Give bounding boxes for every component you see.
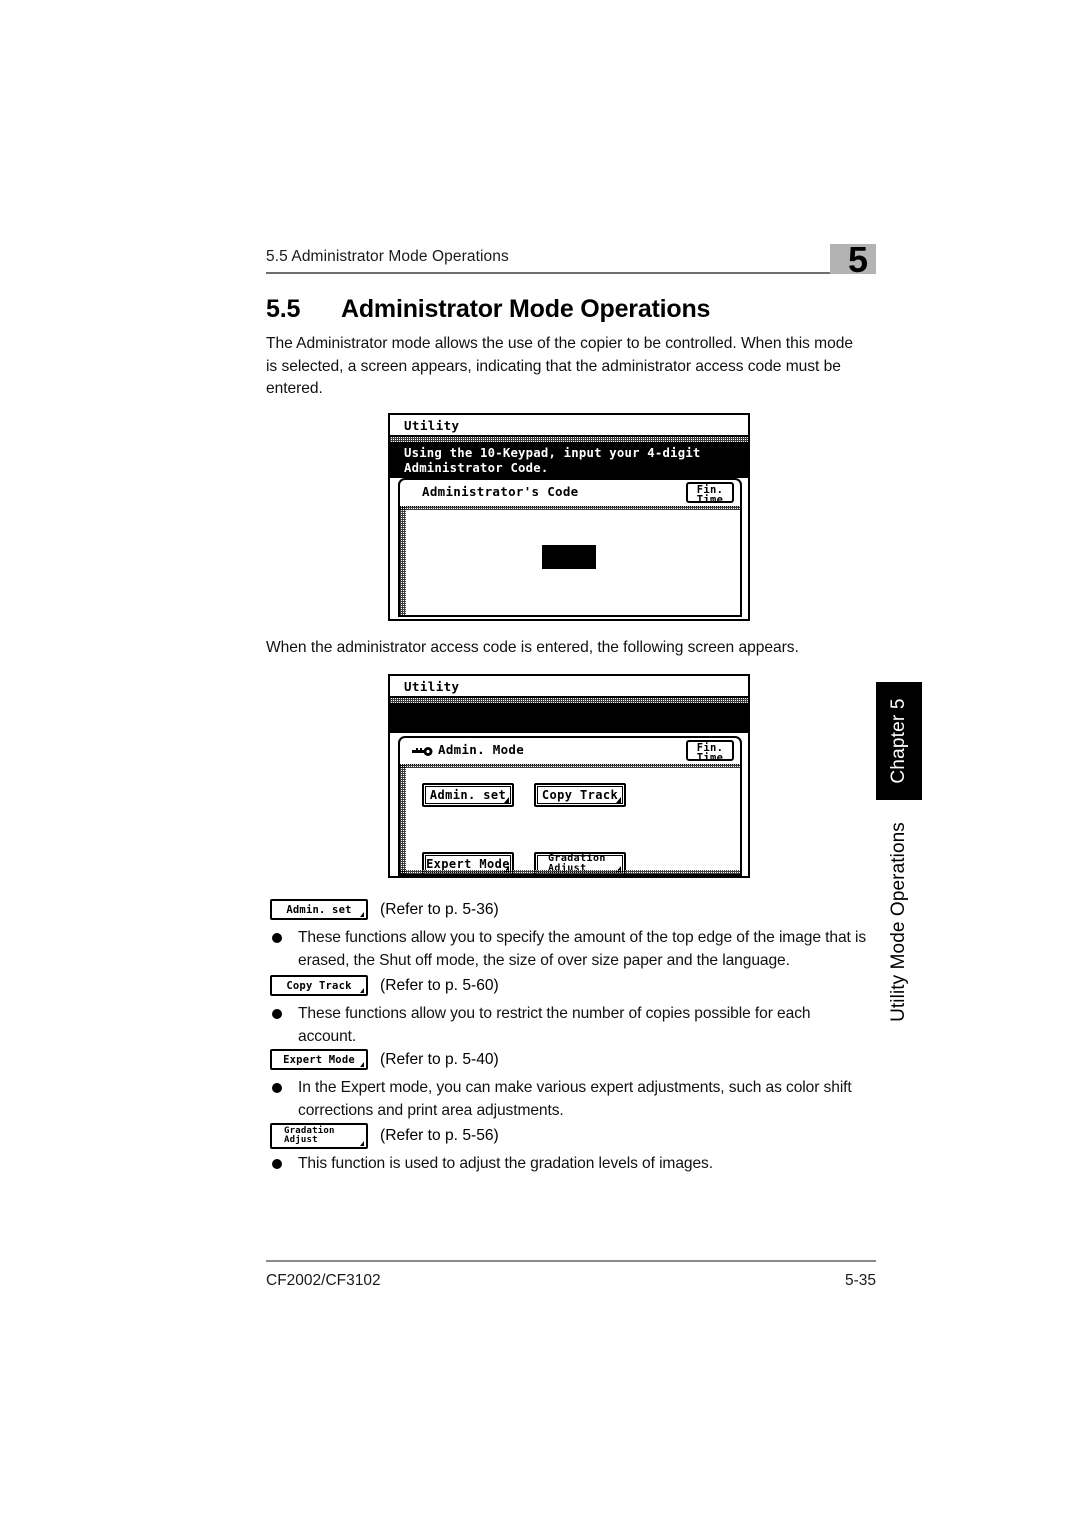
lcd-button-admin-set[interactable]: Admin. set xyxy=(422,783,514,807)
intro-paragraph: The Administrator mode allows the use of… xyxy=(266,335,853,397)
mini-button-label: Gradation Adjust xyxy=(284,1125,335,1145)
lcd-button-label: Expert Mode xyxy=(426,857,510,871)
fin-time-line-2: Time xyxy=(696,752,724,764)
reference-row-expert-mode: Expert Mode (Refer to p. 5-40) xyxy=(270,1049,499,1070)
bullet-text: This function is used to adjust the grad… xyxy=(298,1155,713,1172)
reference-text: (Refer to p. 5-60) xyxy=(380,976,499,994)
chapter-side-tab: Chapter 5 xyxy=(876,682,922,800)
header-divider xyxy=(266,272,876,274)
lcd-inner-panel: Administrator's Code Fin. Time xyxy=(398,478,742,617)
bullet-dot-icon xyxy=(272,933,282,943)
reference-text: (Refer to p. 5-56) xyxy=(380,1127,499,1144)
lcd-button-label: Copy Track xyxy=(541,788,619,802)
mini-button-gradation-adjust[interactable]: Gradation Adjust xyxy=(270,1123,368,1149)
mini-button-copy-track[interactable]: Copy Track xyxy=(270,975,368,996)
fin-time-line-2: Time xyxy=(696,494,724,506)
lcd-inner-dither xyxy=(400,764,740,768)
bullet-dot-icon xyxy=(272,1159,282,1169)
code-entry-field[interactable] xyxy=(542,545,596,569)
reference-text: (Refer to p. 5-40) xyxy=(380,1050,499,1068)
button-corner-icon xyxy=(360,988,364,993)
mini-button-label: Admin. set xyxy=(286,903,352,916)
lcd-inner-left-shade xyxy=(400,506,406,615)
bullet-dot-icon xyxy=(272,1009,282,1019)
section-number: 5.5 xyxy=(266,295,301,323)
lcd-inner-left-shade xyxy=(400,764,406,874)
reference-row-admin-set: Admin. set (Refer to p. 5-36) xyxy=(270,899,499,920)
bullet-admin-set: These functions allow you to specify the… xyxy=(272,927,872,972)
lcd-titlebar: Utility xyxy=(390,415,748,437)
lcd-message-band: Using the 10-Keypad, input your 4-digit … xyxy=(390,442,748,478)
lcd-panel-title: Administrator's Code xyxy=(422,484,579,499)
lcd-screenshot-code-entry: Utility Using the 10-Keypad, input your … xyxy=(388,413,750,621)
lcd-window-title: Utility xyxy=(404,418,460,433)
mini-button-label: Expert Mode xyxy=(283,1053,355,1066)
lcd-button-label: Admin. set xyxy=(429,788,507,802)
second-paragraph: When the administrator access code is en… xyxy=(266,639,799,656)
bullet-text: These functions allow you to restrict th… xyxy=(298,1005,811,1045)
lcd-inner-header: Admin. Mode Fin. Time xyxy=(400,738,740,765)
lcd-titlebar: Utility xyxy=(390,676,748,698)
lcd-inner-panel: Admin. Mode Fin. Time Admin. set Copy Tr… xyxy=(398,736,742,876)
lcd-button-copy-track[interactable]: Copy Track xyxy=(534,783,626,807)
button-corner-icon xyxy=(360,1062,364,1067)
mini-button-admin-set[interactable]: Admin. set xyxy=(270,899,368,920)
bullet-gradation-adjust: This function is used to adjust the grad… xyxy=(272,1153,872,1176)
lcd-panel-title: Admin. Mode xyxy=(438,742,525,757)
key-icon xyxy=(412,747,433,756)
lcd-message-line-1: Using the 10-Keypad, input your 4-digit xyxy=(404,446,701,460)
side-caption-label: Utility Mode Operations xyxy=(888,822,909,1022)
button-corner-icon xyxy=(616,797,621,803)
reference-text: (Refer to p. 5-36) xyxy=(380,900,499,918)
side-caption: Utility Mode Operations xyxy=(876,812,922,1032)
mini-button-label: Copy Track xyxy=(286,979,352,992)
bullet-copy-track: These functions allow you to restrict th… xyxy=(272,1003,872,1048)
button-corner-icon xyxy=(504,797,509,803)
section-title: Administrator Mode Operations xyxy=(341,295,711,323)
lcd-message-line-2: Administrator Code. xyxy=(404,461,549,475)
footer-divider xyxy=(266,1260,876,1262)
bullet-dot-icon xyxy=(272,1083,282,1093)
page-title: 5.5 Administrator Mode Operations xyxy=(266,294,710,324)
reference-row-copy-track: Copy Track (Refer to p. 5-60) xyxy=(270,975,499,996)
button-corner-icon xyxy=(360,1141,364,1146)
lcd-window-title: Utility xyxy=(404,679,460,694)
bullet-text: These functions allow you to specify the… xyxy=(298,929,867,969)
chapter-side-tab-label: Chapter 5 xyxy=(888,698,909,784)
bullet-text: In the Expert mode, you can make various… xyxy=(298,1079,852,1119)
lcd-message-band xyxy=(390,703,748,733)
document-page: 5.5 Administrator Mode Operations 5 5.5 A… xyxy=(0,0,1080,1528)
running-header: 5.5 Administrator Mode Operations xyxy=(266,248,876,266)
lcd-inner-dither xyxy=(400,506,740,510)
footer-page-number: 5-35 xyxy=(844,1272,876,1289)
button-corner-icon xyxy=(360,912,364,917)
lcd-inner-header: Administrator's Code Fin. Time xyxy=(400,480,740,507)
running-header-text: 5.5 Administrator Mode Operations xyxy=(266,248,509,265)
bullet-expert-mode: In the Expert mode, you can make various… xyxy=(272,1077,872,1122)
lcd-screenshot-admin-mode: Utility Admin. Mode Fin. Time Admin. set… xyxy=(388,674,750,878)
chapter-marker-number: 5 xyxy=(848,239,869,280)
fin-time-button[interactable]: Fin. Time xyxy=(686,740,734,764)
fin-time-button[interactable]: Fin. Time xyxy=(686,482,734,506)
lcd-inner-bottom-shade xyxy=(400,870,740,874)
mini-button-expert-mode[interactable]: Expert Mode xyxy=(270,1049,368,1070)
reference-row-gradation-adjust: Gradation Adjust (Refer to p. 5-56) xyxy=(270,1123,499,1149)
